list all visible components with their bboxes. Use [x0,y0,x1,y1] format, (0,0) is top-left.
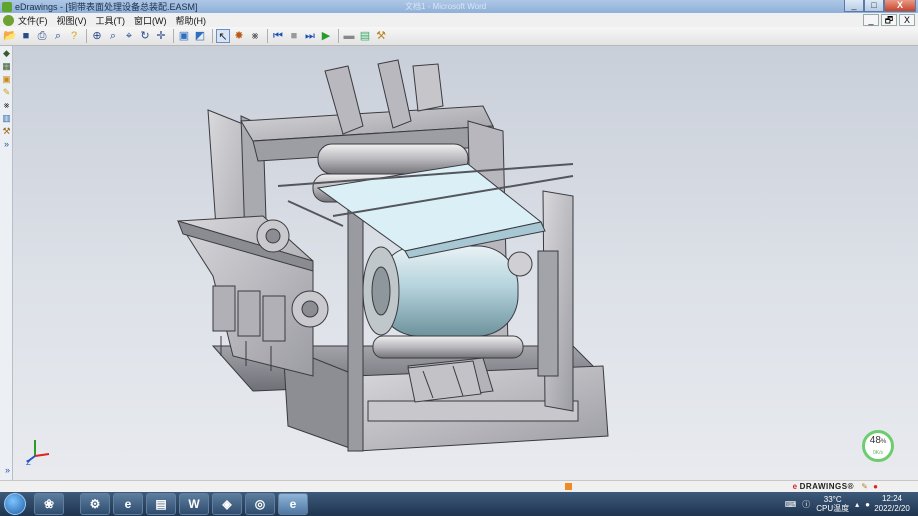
markup-pencil-icon[interactable]: ✎ [861,482,868,491]
menu-tools[interactable]: 工具(T) [96,14,126,27]
document-controls: _ 🗗 X [863,14,915,26]
window-controls: _ □ X [844,0,916,12]
pan-icon[interactable]: ✛ [154,29,168,43]
word-button[interactable]: W [179,493,209,515]
assembly-model[interactable] [13,46,918,480]
measure-icon[interactable]: ⨳ [1,100,12,111]
stop-icon[interactable]: ■ [287,29,301,43]
main-roller [362,245,533,359]
next-frame-icon[interactable]: ⏭ [303,29,317,43]
shaded-icon[interactable]: ▣ [177,29,191,43]
taskbar-clock[interactable]: 12:24 2022/2/20 [870,494,914,514]
menu-bar: 文件(F) 视图(V) 工具(T) 窗口(W) 帮助(H) _ 🗗 X [0,13,918,27]
badge-value: 48 [869,435,881,446]
doc-minimize-button[interactable]: _ [863,14,879,26]
tray-expand-icon[interactable]: ▴ [855,500,859,509]
toolbar-separator [86,29,87,43]
background-window-title: 文档1 - Microsoft Word [405,2,487,11]
clock-date: 2022/2/20 [874,504,910,513]
main-toolbar: 📂 ■ ⎙ ⌕ ? ⊕ ⌕ ⌖ ↻ ✛ ▣ ◩ ↖ ✸ ⨳ ⏮ ■ ⏭ ▶ ▬ … [0,27,918,46]
edrawings-app-icon [2,1,12,12]
zoom-area-icon[interactable]: ⌖ [122,29,136,43]
section-icon[interactable]: ▥ [1,113,12,124]
system-tray: ⌨ ⓘ 33°C CPU温度 ▴ ● [785,494,870,514]
network-speed-badge[interactable]: 48% 0K/s [862,430,894,462]
toolbar-separator [212,29,213,43]
expand-chevron-icon[interactable]: » [1,139,12,150]
folder-button[interactable]: ▤ [146,493,176,515]
clock-time: 12:24 [881,494,903,503]
keyboard-icon[interactable]: ⌨ [785,500,797,509]
doc-close-button[interactable]: X [899,14,915,26]
stamp-icon[interactable]: ⚒ [1,126,12,137]
views-icon[interactable]: ▣ [1,74,12,85]
stamp-icon[interactable]: ⚒ [374,29,388,43]
configurations-icon[interactable]: ▦ [1,61,12,72]
collapse-chevron-icon[interactable]: » [2,465,13,476]
temperature-value: 33°C [823,495,842,504]
measure-icon[interactable]: ⨳ [248,29,262,43]
cpu-temperature[interactable]: 33°C CPU温度 [816,495,849,513]
temperature-label: CPU温度 [816,504,850,513]
menu-file[interactable]: 文件(F) [18,14,48,27]
toolbar-separator [338,29,339,43]
game-center-button[interactable]: ❀ [34,493,64,515]
status-badge-icon[interactable]: ● [873,482,878,491]
help-icon[interactable]: ? [67,29,81,43]
status-bar: e DRAWINGS® ✎ ● [0,480,918,492]
perspective-icon[interactable]: ◩ [193,29,207,43]
badge-unit: % [880,439,887,445]
zoom-icon[interactable]: ⌕ [106,29,120,43]
menu-help[interactable]: 帮助(H) [176,14,207,27]
document-menu-icon[interactable] [3,14,14,26]
zoom-to-fit-icon[interactable]: ⊕ [90,29,104,43]
play-icon[interactable]: ▶ [319,29,333,43]
help-icon[interactable]: ⓘ [802,499,810,510]
edrawings-brand: e DRAWINGS® [793,482,854,491]
close-button[interactable]: X [884,0,916,12]
start-orb[interactable] [4,493,26,515]
print-preview-icon[interactable]: ⌕ [51,29,65,43]
left-housing [177,215,329,377]
doc-restore-button[interactable]: 🗗 [881,14,897,26]
markup-pencil-icon[interactable]: ✎ [1,87,12,98]
select-icon[interactable]: ↖ [216,29,230,43]
model-viewport[interactable]: Z 48% 0K/s [13,46,918,480]
open-icon[interactable]: 📂 [3,29,17,43]
windows-taskbar: ❀ ⚙ e ▤ W ◈ ◎ e ⌨ ⓘ 33°C CPU温度 ▴ ● 12:24 … [0,492,918,516]
settings-icon[interactable]: ▬ [342,29,356,43]
menu-view[interactable]: 视图(V) [57,14,87,27]
window-title: eDrawings - [铜带表面处理设备总装配.EASM] [15,2,198,12]
components-icon[interactable]: ◆ [1,48,12,59]
save-icon[interactable]: ■ [19,29,33,43]
markup-icon[interactable]: ▤ [358,29,372,43]
toolbar-separator [267,29,268,43]
status-indicator-icon [565,483,572,490]
settings-app-button[interactable]: ⚙ [80,493,110,515]
window-titlebar: eDrawings - [铜带表面处理设备总装配.EASM] 文档1 - Mic… [0,0,918,13]
ie-browser-button[interactable]: e [113,493,143,515]
left-sidebar: ◆ ▦ ▣ ✎ ⨳ ▥ ⚒ » » [0,46,13,480]
menu-window[interactable]: 窗口(W) [134,14,167,27]
minimize-button[interactable]: _ [844,0,864,12]
first-frame-icon[interactable]: ⏮ [271,29,285,43]
svg-text:Z: Z [26,459,31,466]
rotate-icon[interactable]: ↻ [138,29,152,43]
toolbar-separator [173,29,174,43]
brand-text: DRAWINGS® [799,482,854,491]
brand-prefix: e [792,482,798,491]
imagine-app-button[interactable]: ◈ [212,493,242,515]
print-icon[interactable]: ⎙ [35,29,49,43]
maximize-button[interactable]: □ [864,0,884,12]
axis-triad: Z [26,440,50,466]
badge-rate: 0K/s [872,450,883,456]
edrawings-button[interactable]: e [278,493,308,515]
chrome-button[interactable]: ◎ [245,493,275,515]
explode-icon[interactable]: ✸ [232,29,246,43]
